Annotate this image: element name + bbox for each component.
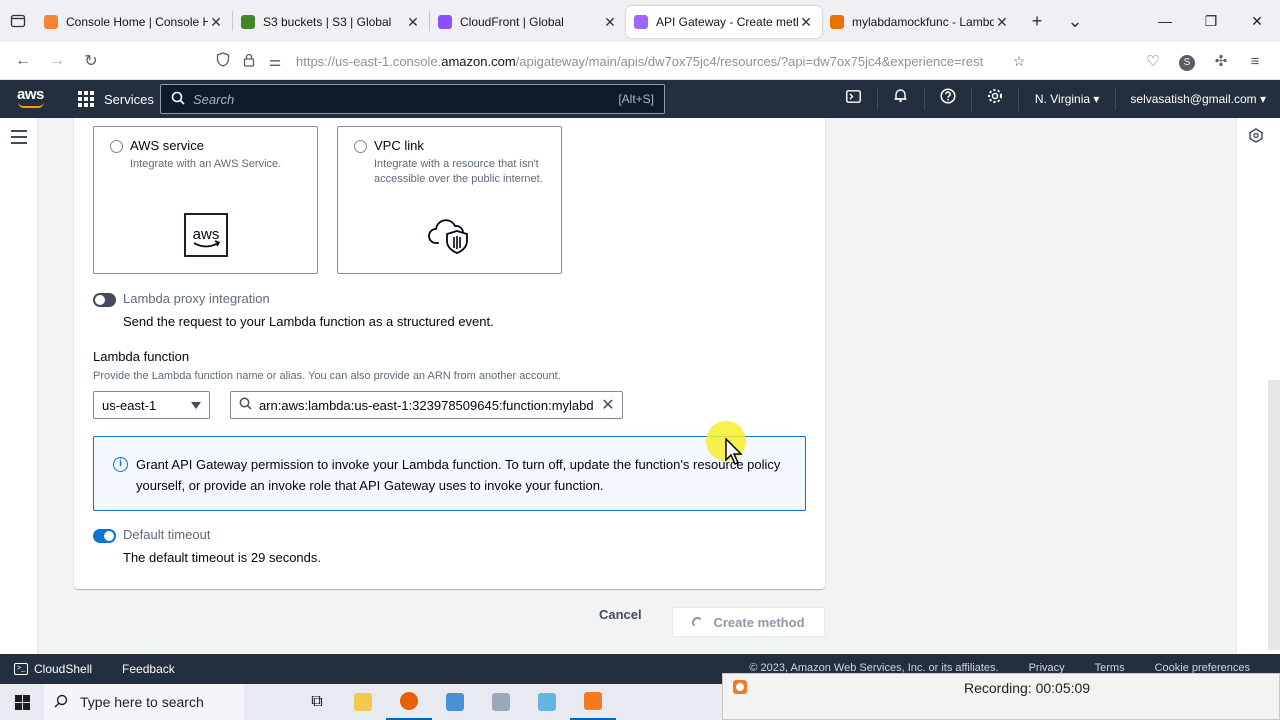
feedback-link[interactable]: Feedback xyxy=(122,662,175,676)
help-icon[interactable] xyxy=(925,87,972,111)
integration-details-card: AWS service Integrate with an AWS Servic… xyxy=(74,118,825,589)
close-window-icon[interactable]: ✕ xyxy=(1234,0,1280,42)
info-icon: i xyxy=(113,457,128,472)
pocket-icon[interactable]: ♡ xyxy=(1136,52,1170,70)
snipping-tool-icon[interactable] xyxy=(478,684,524,720)
task-view-icon[interactable]: ⧉ xyxy=(294,684,340,720)
menu-icon[interactable]: ≡ xyxy=(1238,53,1272,70)
browser-nav-bar: ← → ↻ ⚌ https://us-east-1.console.amazon… xyxy=(0,42,1280,80)
browser-tab-console-home[interactable]: Console Home | Console Home ✕ xyxy=(36,6,232,38)
browser-tab-lambda[interactable]: mylabdamockfunc - Lambda ✕ xyxy=(822,6,1018,38)
cloudshell-link[interactable]: >_ CloudShell xyxy=(14,662,92,676)
reload-icon[interactable]: ↻ xyxy=(74,51,108,71)
region-select[interactable]: us-east-1 xyxy=(93,391,210,419)
minimize-icon[interactable]: — xyxy=(1142,0,1188,42)
lock-icon[interactable] xyxy=(236,53,262,70)
url-text[interactable]: https://us-east-1.console.amazon.com/api… xyxy=(296,54,1006,69)
settings-gear-icon[interactable] xyxy=(972,87,1019,111)
extensions-icon[interactable]: ✣ xyxy=(1204,52,1238,70)
account-menu[interactable]: selvasatish@gmail.com ▾ xyxy=(1116,88,1280,110)
lambda-function-description: Provide the Lambda function name or alia… xyxy=(93,370,561,382)
screen-recorder-icon[interactable] xyxy=(570,684,616,720)
caret-down-icon xyxy=(191,402,201,409)
taskbar-search-input[interactable]: Type here to search xyxy=(44,684,244,720)
new-tab-icon[interactable]: + xyxy=(1018,11,1056,32)
file-explorer-icon[interactable] xyxy=(340,684,386,720)
close-tab-icon[interactable]: ✕ xyxy=(994,14,1010,31)
s3-favicon-icon xyxy=(241,15,255,29)
vpc-link-radio[interactable] xyxy=(354,140,367,153)
cloudshell-footer-icon: >_ xyxy=(14,663,28,675)
tools-panel-icon[interactable] xyxy=(1249,128,1263,147)
aws-logo-icon: aws xyxy=(94,213,317,262)
back-icon[interactable]: ← xyxy=(6,52,40,70)
browser-tab-strip: Console Home | Console Home ✕ S3 buckets… xyxy=(0,0,1280,42)
notes-app-icon[interactable] xyxy=(524,684,570,720)
browser-tab-api-gateway[interactable]: API Gateway - Create method ✕ xyxy=(626,6,822,38)
default-timeout-description: The default timeout is 29 seconds. xyxy=(123,550,322,565)
list-tabs-icon[interactable]: ⌄ xyxy=(1056,11,1094,32)
page-scrollbar[interactable] xyxy=(1268,380,1280,650)
cloudshell-icon[interactable] xyxy=(831,88,878,110)
cloudfront-favicon-icon xyxy=(438,15,452,29)
lambda-proxy-description: Send the request to your Lambda function… xyxy=(123,314,494,329)
browser-tab-cloudfront[interactable]: CloudFront | Global ✕ xyxy=(430,6,626,38)
tile-vpc-link[interactable]: VPC link Integrate with a resource that … xyxy=(337,126,562,274)
left-nav-rail xyxy=(0,118,38,654)
search-icon xyxy=(54,694,68,711)
account-icon[interactable]: S xyxy=(1170,52,1204,71)
bookmark-star-icon[interactable]: ☆ xyxy=(1006,53,1032,70)
search-icon xyxy=(171,91,185,108)
region-selector[interactable]: N. Virginia ▾ xyxy=(1019,88,1117,110)
create-method-button[interactable]: Create method xyxy=(672,607,825,637)
close-tab-icon[interactable]: ✕ xyxy=(405,14,421,31)
forward-icon[interactable]: → xyxy=(40,52,74,70)
firefox-icon[interactable] xyxy=(386,684,432,720)
close-tab-icon[interactable]: ✕ xyxy=(798,14,814,31)
page-content: AWS service Integrate with an AWS Servic… xyxy=(0,118,1280,654)
permission-info-alert: i Grant API Gateway permission to invoke… xyxy=(93,436,806,511)
restore-icon[interactable]: ❐ xyxy=(1188,0,1234,42)
api-gateway-favicon-icon xyxy=(634,15,648,29)
search-icon xyxy=(231,397,259,413)
close-tab-icon[interactable]: ✕ xyxy=(208,14,224,31)
recorder-panel: Recording: 00:05:09 xyxy=(722,673,1280,720)
tracking-protection-icon[interactable] xyxy=(210,52,236,70)
aws-top-nav: aws Services Search [Alt+S] N. Virginia … xyxy=(0,80,1280,118)
services-menu-button[interactable]: Services xyxy=(78,91,154,107)
default-timeout-label: Default timeout xyxy=(123,527,211,542)
console-favicon-icon xyxy=(44,15,58,29)
recorder-icon xyxy=(733,680,747,694)
aws-logo[interactable]: aws xyxy=(16,86,48,110)
right-tools-rail xyxy=(1236,118,1280,654)
clear-input-icon[interactable]: ✕ xyxy=(594,395,622,415)
url-bar[interactable]: ⚌ https://us-east-1.console.amazon.com/a… xyxy=(210,47,1040,75)
aws-service-radio[interactable] xyxy=(110,140,123,153)
browser-tab-s3[interactable]: S3 buckets | S3 | Global ✕ xyxy=(233,6,429,38)
loading-spinner-icon xyxy=(692,616,704,628)
tile-aws-service[interactable]: AWS service Integrate with an AWS Servic… xyxy=(93,126,318,274)
lambda-proxy-label: Lambda proxy integration xyxy=(123,291,270,306)
cancel-button[interactable]: Cancel xyxy=(599,607,642,622)
recording-timer: Recording: 00:05:09 xyxy=(964,680,1091,696)
lambda-arn-input[interactable]: arn:aws:lambda:us-east-1:323978509645:fu… xyxy=(230,391,623,419)
default-timeout-toggle[interactable] xyxy=(93,529,116,543)
permissions-icon[interactable]: ⚌ xyxy=(262,53,288,70)
tab-overview-icon[interactable] xyxy=(0,0,36,42)
hamburger-menu-icon[interactable] xyxy=(11,130,27,148)
notifications-bell-icon[interactable] xyxy=(878,88,925,110)
services-grid-icon xyxy=(78,91,94,107)
aws-search-input[interactable]: Search [Alt+S] xyxy=(160,84,665,114)
lambda-function-label: Lambda function xyxy=(93,349,190,364)
windows-start-icon[interactable] xyxy=(0,694,44,710)
close-tab-icon[interactable]: ✕ xyxy=(602,14,618,31)
lambda-proxy-toggle[interactable] xyxy=(93,293,116,307)
mouse-pointer-icon xyxy=(725,437,743,471)
remote-desktop-icon[interactable] xyxy=(432,684,478,720)
lambda-favicon-icon xyxy=(830,15,844,29)
cloud-shield-icon xyxy=(338,213,561,260)
